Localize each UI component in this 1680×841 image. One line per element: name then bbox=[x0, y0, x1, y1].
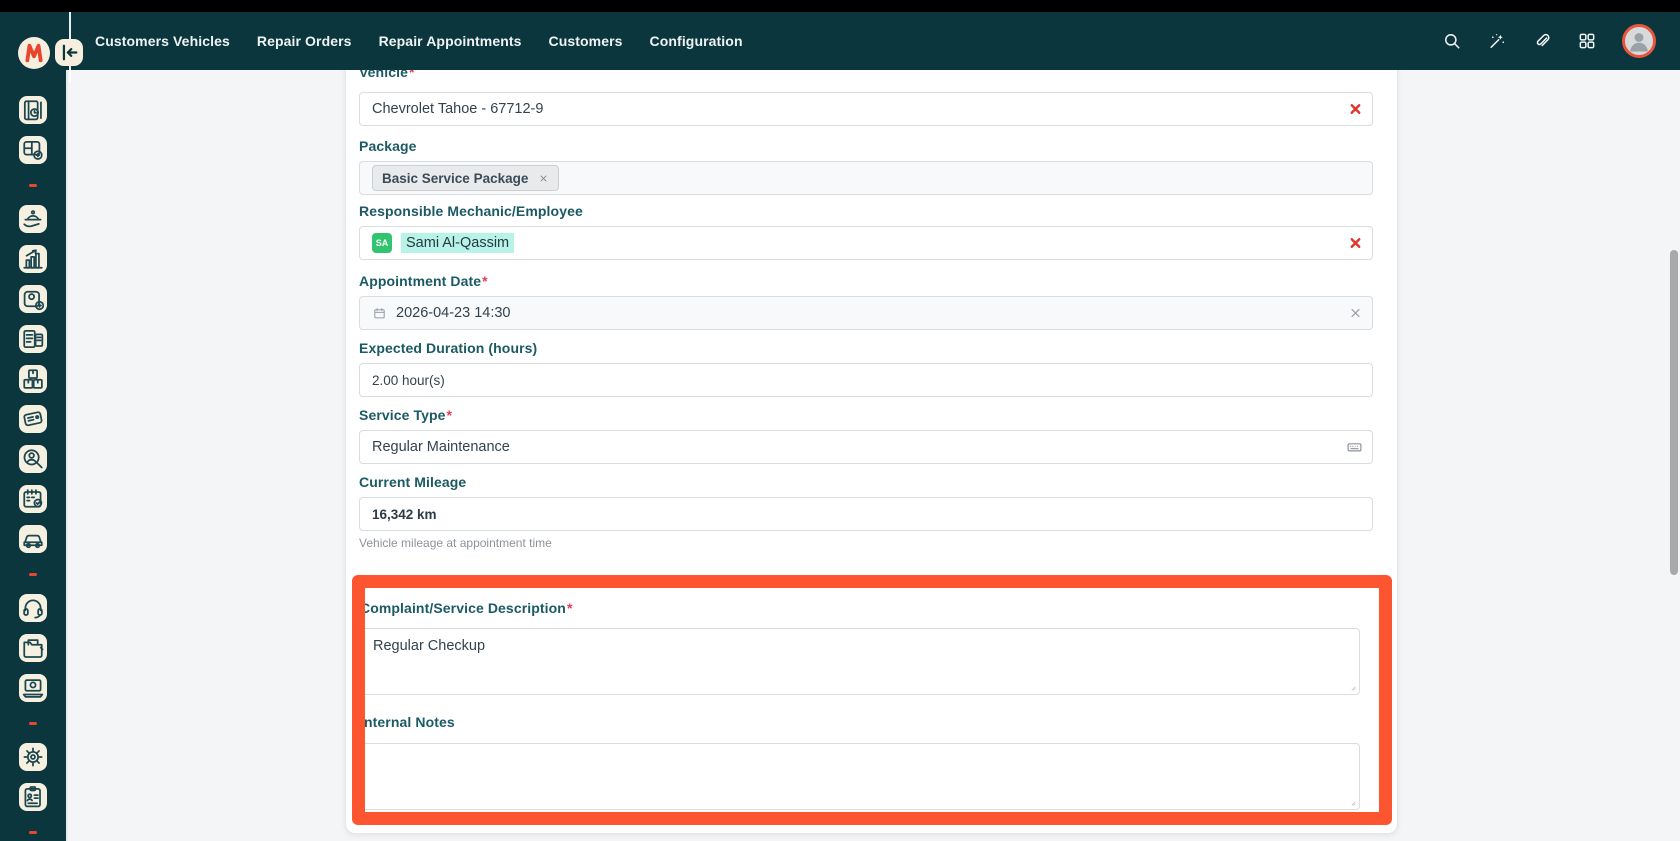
menu-item-customers-vehicles[interactable]: Customers Vehicles bbox=[95, 33, 230, 49]
window-top-strip bbox=[0, 0, 1680, 12]
date-clear-icon[interactable] bbox=[1348, 306, 1363, 321]
duration-input[interactable]: 2.00 hour(s) bbox=[359, 363, 1373, 397]
resize-handle-icon[interactable] bbox=[1346, 681, 1357, 692]
paperclip-icon-button[interactable] bbox=[1532, 31, 1552, 51]
window-scrollbar-thumb[interactable] bbox=[1670, 250, 1678, 575]
sidebar-app-clipboard-id-icon[interactable] bbox=[19, 783, 47, 811]
user-avatar-icon bbox=[1625, 27, 1653, 55]
service-type-label: Service Type* bbox=[359, 407, 452, 423]
sidebar-section-divider bbox=[29, 722, 37, 725]
brand-logo-glyph bbox=[18, 37, 50, 69]
top-navbar: Customers Vehicles Repair Orders Repair Ap… bbox=[0, 12, 1680, 70]
search-icon-button[interactable] bbox=[1442, 31, 1462, 51]
sidebar-app-calendar-check-icon[interactable] bbox=[19, 485, 47, 513]
mechanic-input[interactable]: SA Sami Al-Qassim bbox=[359, 226, 1373, 260]
mileage-label: Current Mileage bbox=[359, 474, 466, 490]
sidebar-app-person-search-icon[interactable] bbox=[19, 445, 47, 473]
collapse-sidebar-icon bbox=[55, 39, 83, 66]
sidebar-section-divider bbox=[29, 184, 37, 187]
sidebar-app-chart-bars-icon[interactable] bbox=[19, 245, 47, 273]
sidebar-app-boxes-icon[interactable] bbox=[19, 365, 47, 393]
sidebar-app-scale-plus-icon[interactable] bbox=[19, 285, 47, 313]
app-grid-icon-button[interactable] bbox=[1577, 31, 1597, 51]
menu-item-repair-appointments[interactable]: Repair Appointments bbox=[379, 33, 522, 49]
sidebar-app-folder-doc-icon[interactable] bbox=[19, 634, 47, 662]
sidebar-app-calculator-icon[interactable] bbox=[19, 136, 47, 164]
internal-notes-label: Internal Notes bbox=[360, 714, 455, 730]
sidebar-app-card-reader-icon[interactable] bbox=[19, 405, 47, 433]
app-sidebar bbox=[0, 70, 68, 841]
vehicle-input[interactable]: Chevrolet Tahoe - 67712-9 bbox=[359, 92, 1373, 126]
main-menu: Customers Vehicles Repair Orders Repair Ap… bbox=[95, 12, 743, 70]
navbar-actions bbox=[1442, 12, 1656, 70]
appointment-date-label: Appointment Date* bbox=[359, 273, 488, 289]
mileage-help-text: Vehicle mileage at appointment time bbox=[359, 536, 552, 550]
mechanic-name: Sami Al-Qassim bbox=[401, 233, 514, 253]
resize-handle-icon[interactable] bbox=[1346, 796, 1357, 807]
brand-logo-icon[interactable] bbox=[18, 37, 50, 69]
sidebar-app-laptop-icon[interactable] bbox=[19, 674, 47, 702]
collapse-sidebar-button[interactable] bbox=[55, 39, 83, 66]
service-type-input[interactable]: Regular Maintenance bbox=[359, 430, 1373, 464]
mechanic-avatar-badge: SA bbox=[372, 233, 392, 253]
sidebar-app-notebook-clock-icon[interactable] bbox=[19, 96, 47, 124]
sidebar-section-divider bbox=[29, 573, 37, 576]
menu-item-configuration[interactable]: Configuration bbox=[650, 33, 743, 49]
sidebar-app-gear-icon[interactable] bbox=[19, 743, 47, 771]
sidebar-app-clipboard-calc-icon[interactable] bbox=[19, 325, 47, 353]
menu-item-customers[interactable]: Customers bbox=[549, 33, 623, 49]
user-avatar[interactable] bbox=[1622, 24, 1656, 58]
sidebar-section-divider bbox=[29, 831, 37, 834]
magic-wand-icon-button[interactable] bbox=[1487, 31, 1507, 51]
complaint-label: Complaint/Service Description* bbox=[360, 600, 573, 616]
form-card: Vehicle* Chevrolet Tahoe - 67712-9 Packa… bbox=[345, 50, 1398, 834]
appointment-date-input[interactable]: 2026-04-23 14:30 bbox=[359, 296, 1373, 330]
package-label: Package bbox=[359, 138, 417, 154]
mechanic-label: Responsible Mechanic/Employee bbox=[359, 203, 583, 219]
package-tag[interactable]: Basic Service Package bbox=[372, 165, 559, 191]
package-input[interactable]: Basic Service Package bbox=[359, 161, 1373, 195]
mechanic-clear-icon[interactable] bbox=[1348, 236, 1363, 251]
mileage-input[interactable]: 16,342 km bbox=[359, 497, 1373, 531]
complaint-textarea[interactable]: Regular Checkup bbox=[360, 628, 1360, 695]
tag-remove-icon[interactable] bbox=[538, 173, 549, 184]
sidebar-app-hand-dish-icon[interactable] bbox=[19, 205, 47, 233]
app-window: Customers Vehicles Repair Orders Repair Ap… bbox=[0, 0, 1680, 841]
internal-notes-textarea[interactable] bbox=[360, 743, 1360, 810]
menu-item-repair-orders[interactable]: Repair Orders bbox=[257, 33, 352, 49]
vehicle-clear-icon[interactable] bbox=[1348, 102, 1363, 117]
duration-label: Expected Duration (hours) bbox=[359, 340, 537, 356]
calendar-icon bbox=[372, 306, 387, 321]
sidebar-app-car-icon[interactable] bbox=[19, 525, 47, 553]
sidebar-app-headset-icon[interactable] bbox=[19, 594, 47, 622]
keyboard-icon bbox=[1346, 439, 1363, 456]
